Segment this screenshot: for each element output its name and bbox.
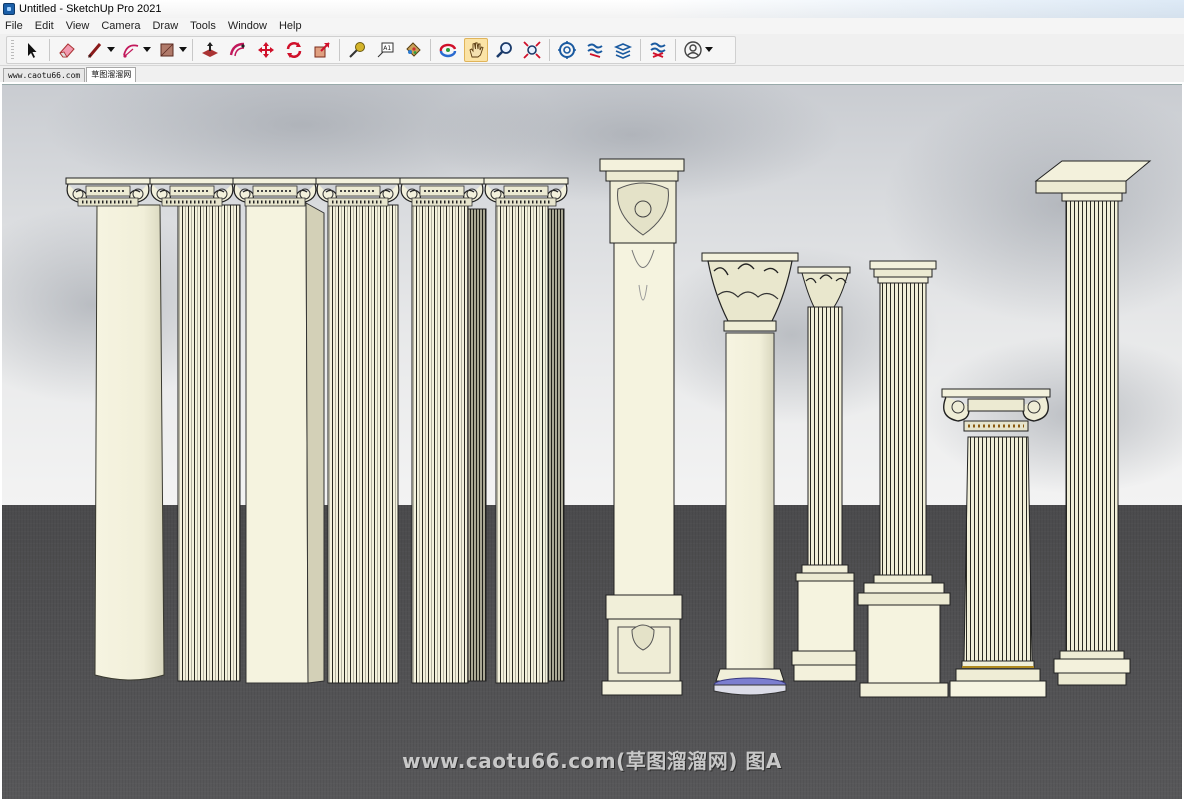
text-tool-icon: A1	[377, 42, 394, 58]
menu-tools[interactable]: Tools	[184, 18, 222, 34]
chevron-down-icon	[107, 47, 115, 52]
column-square-pilaster-ornate[interactable]	[599, 158, 685, 696]
scale-tool-button[interactable]	[310, 38, 334, 62]
menu-draw[interactable]: Draw	[146, 18, 184, 34]
account-button[interactable]	[681, 38, 705, 62]
rectangle-tool-icon	[160, 43, 174, 57]
orbit-tool-icon	[439, 43, 457, 58]
column-ionic-short[interactable]	[941, 388, 1051, 698]
rotate-tool-button[interactable]	[282, 38, 306, 62]
toolbar-grip[interactable]	[11, 40, 14, 60]
menu-help[interactable]: Help	[273, 18, 308, 34]
window-title: Untitled - SketchUp Pro 2021	[19, 3, 162, 15]
toolbar-separator	[49, 39, 50, 61]
columns-model	[64, 158, 1152, 698]
3d-warehouse-button[interactable]	[555, 38, 579, 62]
pan-tool-button[interactable]	[464, 38, 488, 62]
zoom-tool-icon	[496, 42, 512, 58]
pan-tool-icon	[469, 42, 484, 58]
move-tool-icon	[258, 42, 274, 58]
column-ionic-plain[interactable]	[64, 176, 165, 681]
column-tuscan-pedestal[interactable]	[857, 260, 951, 698]
select-tool-button[interactable]	[20, 38, 44, 62]
extension-warehouse-icon	[587, 43, 603, 58]
watermark-text: www.caotu66.com(草图溜溜网) 图A	[402, 749, 782, 773]
toolbar-separator	[192, 39, 193, 61]
offset-tool-button[interactable]	[226, 38, 250, 62]
sketchup-window: Untitled - SketchUp Pro 2021 File Edit V…	[0, 0, 1184, 799]
eraser-tool-button[interactable]	[55, 38, 79, 62]
title-bar-glass	[644, 0, 1184, 18]
offset-tool-icon	[229, 42, 245, 57]
paint-bucket-tool-button[interactable]	[401, 38, 425, 62]
menu-camera[interactable]: Camera	[95, 18, 146, 34]
push-pull-tool-button[interactable]	[198, 38, 222, 62]
zoom-tool-button[interactable]	[492, 38, 516, 62]
getting-started-toolbar: A1	[0, 34, 1184, 66]
account-icon	[684, 41, 702, 59]
rectangle-tool-button[interactable]	[155, 38, 179, 62]
column-corinthian-pedestal[interactable]	[791, 266, 857, 682]
scene-tabs: www.caotu66.com 草图溜溜网	[0, 66, 1184, 82]
arc-tool-icon	[123, 44, 139, 58]
extension-warehouse-button[interactable]	[583, 38, 607, 62]
scale-tool-icon	[314, 42, 330, 58]
column-ionic-fluted-2[interactable]	[314, 176, 402, 684]
rectangle-tool-dropdown[interactable]	[179, 38, 187, 62]
column-ionic-fluted-4[interactable]	[482, 176, 570, 684]
toolbar-separator	[640, 39, 641, 61]
layout-send-button[interactable]	[611, 38, 635, 62]
toolbar-separator	[430, 39, 431, 61]
rotate-tool-icon	[286, 42, 302, 58]
menu-edit[interactable]: Edit	[29, 18, 60, 34]
tape-measure-tool-icon	[349, 42, 365, 58]
model-viewport[interactable]: www.caotu66.com(草图溜溜网) 图A	[2, 84, 1182, 799]
toolbar-separator	[675, 39, 676, 61]
svg-text:A1: A1	[383, 45, 391, 52]
layout-send-icon	[613, 43, 633, 59]
chevron-down-icon	[705, 47, 713, 52]
scene-tab-caotu-site[interactable]: 草图溜溜网	[86, 67, 137, 82]
push-pull-tool-icon	[202, 42, 218, 57]
toolbar-separator	[549, 39, 550, 61]
toolbar-separator	[339, 39, 340, 61]
tape-measure-tool-button[interactable]	[345, 38, 369, 62]
select-tool-icon	[28, 43, 37, 58]
chevron-down-icon	[179, 47, 187, 52]
arc-tool-button[interactable]	[119, 38, 143, 62]
menu-window[interactable]: Window	[222, 18, 273, 34]
3d-warehouse-icon	[558, 41, 576, 59]
column-corinthian-round[interactable]	[701, 252, 799, 696]
move-tool-button[interactable]	[254, 38, 278, 62]
menu-view[interactable]: View	[60, 18, 96, 34]
line-tool-button[interactable]	[83, 38, 107, 62]
extension-manager-icon	[650, 42, 666, 58]
chevron-down-icon	[143, 47, 151, 52]
title-bar: Untitled - SketchUp Pro 2021	[0, 0, 1184, 18]
extension-manager-button[interactable]	[646, 38, 670, 62]
eraser-tool-icon	[59, 43, 75, 58]
arc-tool-dropdown[interactable]	[143, 38, 151, 62]
line-tool-icon	[87, 43, 102, 58]
account-dropdown[interactable]	[705, 38, 713, 62]
menu-file[interactable]: File	[0, 18, 29, 34]
menu-bar: File Edit View Camera Draw Tools Window …	[0, 18, 1184, 34]
orbit-tool-button[interactable]	[436, 38, 460, 62]
column-tuscan-tall[interactable]	[1034, 160, 1152, 686]
scene-tab-caotu66[interactable]: www.caotu66.com	[3, 68, 86, 82]
zoom-extents-tool-icon	[523, 41, 541, 59]
line-tool-dropdown[interactable]	[107, 38, 115, 62]
paint-bucket-tool-icon	[406, 42, 421, 57]
zoom-extents-tool-button[interactable]	[520, 38, 544, 62]
text-tool-button[interactable]: A1	[373, 38, 397, 62]
sketchup-app-icon	[3, 3, 15, 15]
column-ionic-fluted-3[interactable]	[398, 176, 487, 684]
column-ionic-pilaster[interactable]	[231, 176, 325, 684]
toolbar-panel: A1	[6, 36, 736, 64]
